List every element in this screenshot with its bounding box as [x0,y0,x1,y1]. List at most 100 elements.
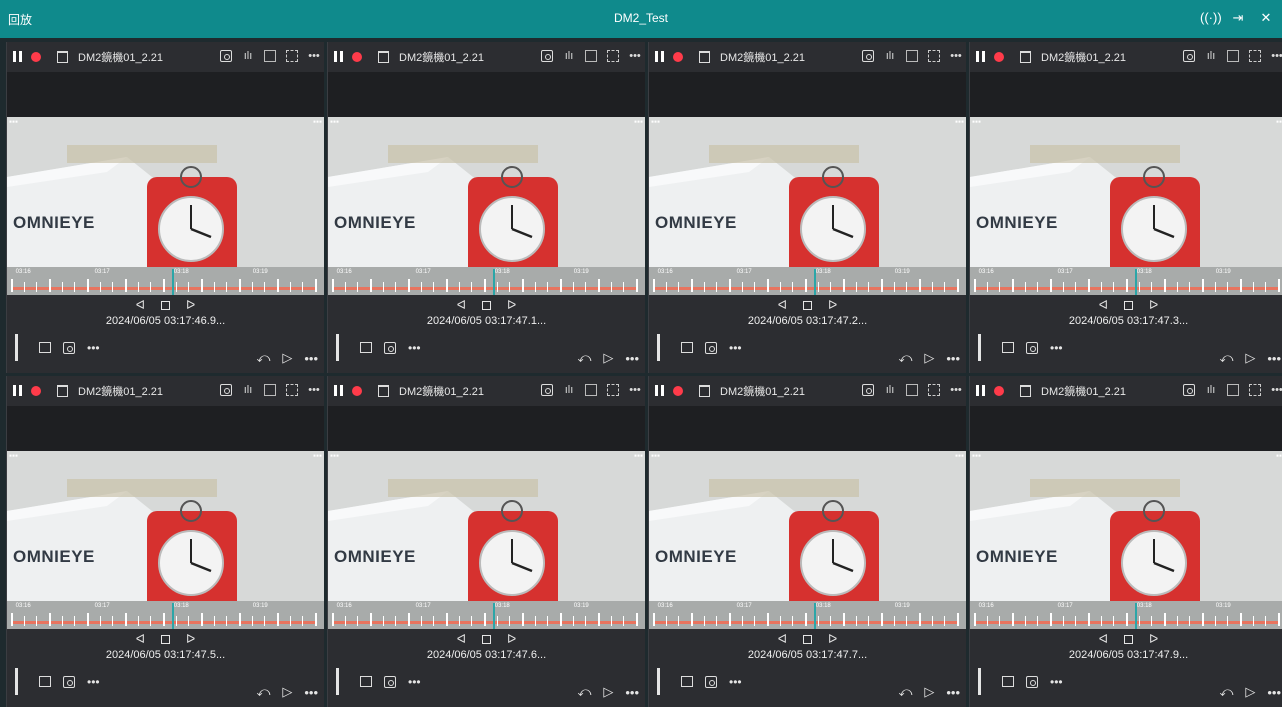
pause-icon[interactable] [13,385,25,397]
stop-icon[interactable] [482,300,491,310]
camera-icon[interactable] [1026,675,1038,688]
record-icon[interactable] [352,386,362,396]
timeline[interactable]: 03:16 03:17 03:18 03:19 [328,269,645,295]
timeline[interactable]: 03:16 03:17 03:18 03:19 [970,603,1282,629]
alarm-icon[interactable]: ⤺ [898,350,912,366]
timeline[interactable]: 03:16 03:17 03:18 03:19 [649,269,966,295]
audio-level-icon[interactable]: ılı [884,50,896,62]
alarm-icon[interactable]: ⤺ [577,684,591,700]
alarm-icon[interactable]: ⤺ [1219,350,1233,366]
step-forward-icon[interactable]: ᐅ [186,632,195,646]
delete-icon[interactable] [699,385,710,397]
timeline[interactable]: 03:16 03:17 03:18 03:19 [7,269,324,295]
alarm-icon[interactable]: ⤺ [1219,684,1233,700]
audio-level-icon[interactable]: ılı [1205,384,1217,396]
fullscreen-icon[interactable] [286,50,298,62]
fullscreen-icon[interactable] [1249,50,1261,62]
timeline[interactable]: 03:16 03:17 03:18 03:19 [328,603,645,629]
grid-icon[interactable] [15,334,27,361]
fullscreen-icon[interactable] [286,384,298,396]
play-icon[interactable]: ▷ [603,350,613,366]
calendar-icon[interactable] [39,342,51,353]
more-icon[interactable]: ••• [1050,341,1063,355]
play-icon[interactable]: ▷ [603,684,613,700]
step-forward-icon[interactable]: ᐅ [828,298,837,312]
more-icon[interactable]: ••• [304,685,318,700]
snapshot-icon[interactable] [862,50,874,62]
more-icon[interactable]: ••• [950,384,962,396]
record-icon[interactable] [673,52,683,62]
export-icon[interactable]: ⇥ [1228,8,1248,28]
audio-level-icon[interactable]: ılı [563,384,575,396]
video-tile[interactable]: DM2鏡機01_2.21 ılı ••• [6,42,324,373]
camera-icon[interactable] [705,675,717,688]
record-icon[interactable] [31,386,41,396]
window-icon[interactable] [264,50,276,62]
video-tile[interactable]: DM2鏡機01_2.21 ılı ••• [327,376,645,707]
step-forward-icon[interactable]: ᐅ [1149,298,1158,312]
step-forward-icon[interactable]: ᐅ [1149,632,1158,646]
timeline-playhead[interactable] [814,603,817,629]
stop-icon[interactable] [803,634,812,644]
pause-icon[interactable] [334,385,346,397]
more-icon[interactable]: ••• [308,384,320,396]
window-icon[interactable] [1227,50,1239,62]
timeline-playhead[interactable] [1135,603,1138,629]
more-icon[interactable]: ••• [304,351,318,366]
timeline[interactable]: 03:16 03:17 03:18 03:19 [7,603,324,629]
play-icon[interactable]: ▷ [282,684,292,700]
camera-icon[interactable] [384,341,396,354]
stop-icon[interactable] [161,634,170,644]
step-back-icon[interactable]: ᐊ [1099,298,1108,312]
window-icon[interactable] [906,384,918,396]
calendar-icon[interactable] [39,676,51,687]
timeline-playhead[interactable] [172,603,175,629]
broadcast-icon[interactable]: ((·)) [1200,8,1222,28]
grid-icon[interactable] [336,668,348,695]
timeline-playhead[interactable] [493,603,496,629]
more-icon[interactable]: ••• [729,675,742,689]
stop-icon[interactable] [1124,300,1133,310]
more-icon[interactable]: ••• [87,675,100,689]
step-back-icon[interactable]: ᐊ [136,632,145,646]
window-icon[interactable] [906,50,918,62]
camera-icon[interactable] [1026,341,1038,354]
window-icon[interactable] [264,384,276,396]
more-icon[interactable]: ••• [950,50,962,62]
grid-icon[interactable] [15,668,27,695]
audio-level-icon[interactable]: ılı [242,50,254,62]
snapshot-icon[interactable] [220,384,232,396]
step-back-icon[interactable]: ᐊ [136,298,145,312]
calendar-icon[interactable] [360,676,372,687]
calendar-icon[interactable] [1002,676,1014,687]
snapshot-icon[interactable] [541,50,553,62]
video-tile[interactable]: DM2鏡機01_2.21 ılı ••• [6,376,324,707]
more-icon[interactable]: ••• [408,675,421,689]
more-icon[interactable]: ••• [408,341,421,355]
calendar-icon[interactable] [681,342,693,353]
more-icon[interactable]: ••• [625,685,639,700]
alarm-icon[interactable]: ⤺ [898,684,912,700]
timeline-playhead[interactable] [493,269,496,295]
video-tile[interactable]: DM2鏡機01_2.21 ılı ••• [327,42,645,373]
more-icon[interactable]: ••• [1271,384,1282,396]
stop-icon[interactable] [482,634,491,644]
fullscreen-icon[interactable] [607,50,619,62]
play-icon[interactable]: ▷ [282,350,292,366]
fullscreen-icon[interactable] [928,50,940,62]
camera-icon[interactable] [63,675,75,688]
pause-icon[interactable] [655,51,667,63]
calendar-icon[interactable] [681,676,693,687]
step-back-icon[interactable]: ᐊ [457,298,466,312]
snapshot-icon[interactable] [541,384,553,396]
step-forward-icon[interactable]: ᐅ [186,298,195,312]
snapshot-icon[interactable] [1183,50,1195,62]
record-icon[interactable] [994,52,1004,62]
more-icon[interactable]: ••• [1271,50,1282,62]
pause-icon[interactable] [976,385,988,397]
play-icon[interactable]: ▷ [924,684,934,700]
alarm-icon[interactable]: ⤺ [577,350,591,366]
delete-icon[interactable] [57,51,68,63]
more-icon[interactable]: ••• [625,351,639,366]
more-icon[interactable]: ••• [1267,685,1281,700]
